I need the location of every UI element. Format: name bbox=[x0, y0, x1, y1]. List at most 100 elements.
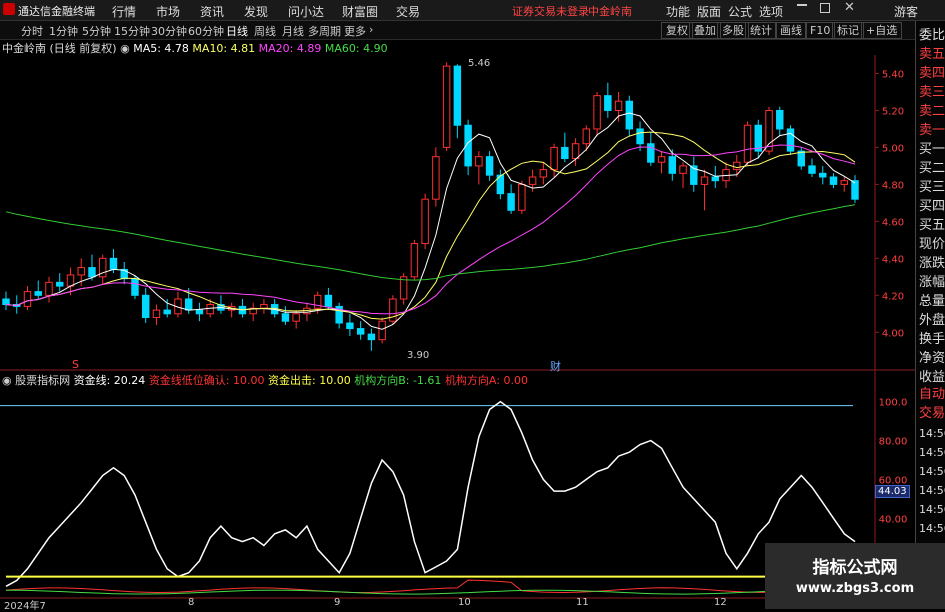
candle-body[interactable] bbox=[571, 143, 580, 160]
candle-body[interactable] bbox=[507, 193, 515, 211]
candle-body[interactable] bbox=[485, 156, 494, 176]
quote-field-label: 卖三 bbox=[919, 85, 945, 100]
candle-body[interactable] bbox=[776, 109, 784, 130]
candle-body[interactable] bbox=[657, 156, 666, 163]
candle-body[interactable] bbox=[141, 294, 150, 318]
candle-body[interactable] bbox=[754, 124, 763, 152]
candle-body[interactable] bbox=[56, 281, 64, 287]
candle-body[interactable] bbox=[819, 172, 827, 178]
price-axis-label: 4.80 bbox=[882, 180, 904, 191]
tick-time-label: 14:56 bbox=[919, 503, 945, 516]
candle-body[interactable] bbox=[840, 180, 848, 185]
candle-body[interactable] bbox=[550, 146, 558, 171]
fund-line bbox=[5, 400, 856, 587]
indicator-axis-label: 40.00 bbox=[879, 514, 908, 525]
indicator-current-value: 44.03 bbox=[875, 485, 910, 498]
candle-body[interactable] bbox=[765, 109, 773, 152]
candle-body[interactable] bbox=[260, 304, 268, 309]
candle-body[interactable] bbox=[421, 198, 429, 245]
candle-body[interactable] bbox=[561, 146, 569, 160]
candle-body[interactable] bbox=[475, 156, 483, 167]
candle-body[interactable] bbox=[636, 128, 644, 145]
candle-body[interactable] bbox=[367, 333, 376, 341]
candle-body[interactable] bbox=[66, 274, 75, 287]
quote-field-label: 买二 bbox=[919, 161, 945, 176]
date-label: 9 bbox=[334, 597, 341, 608]
indicator-axis-label: 80.00 bbox=[879, 437, 908, 448]
auto-trade-label[interactable]: 交易 bbox=[919, 405, 945, 423]
candle-body[interactable] bbox=[733, 161, 741, 171]
auto-trade-label[interactable]: 自动 bbox=[919, 386, 945, 404]
candle-body[interactable] bbox=[77, 267, 85, 276]
date-label: 2024年7 bbox=[4, 601, 46, 612]
finance-marker[interactable]: 财 bbox=[550, 358, 561, 374]
quote-field-label: 卖二 bbox=[919, 104, 945, 119]
quote-side-panel: 委比 卖五 卖四 卖三 卖二 卖一 买一 买二 买三 买四 买五 现价 涨跌 涨幅 总量 外盘 换手 净资 收益 自动… bbox=[915, 21, 945, 609]
candle-body[interactable] bbox=[582, 128, 591, 145]
chart-canvas[interactable]: 5.40 5.20 5.00 4.80 4.60 4.40 4.20 4.00 100.0 80.… bbox=[0, 0, 915, 609]
candle-body[interactable] bbox=[518, 183, 526, 211]
candle-body[interactable] bbox=[528, 176, 537, 185]
quote-field-label: 收益 bbox=[919, 370, 945, 385]
ma60-line bbox=[5, 204, 856, 281]
candle-body[interactable] bbox=[625, 100, 634, 130]
candle-body[interactable] bbox=[647, 143, 655, 163]
watermark-title: 指标公式网 bbox=[812, 558, 898, 578]
candle-body[interactable] bbox=[152, 309, 161, 318]
candle-body[interactable] bbox=[45, 281, 53, 296]
candle-body[interactable] bbox=[539, 169, 548, 178]
price-axis-label: 5.00 bbox=[882, 143, 904, 154]
candle-body[interactable] bbox=[743, 124, 752, 163]
candle-body[interactable] bbox=[711, 176, 720, 182]
candle-body[interactable] bbox=[324, 294, 333, 307]
candle-body[interactable] bbox=[453, 65, 462, 126]
quote-field-label: 外盘 bbox=[919, 313, 945, 328]
candle-body[interactable] bbox=[378, 320, 386, 341]
candle-body[interactable] bbox=[668, 156, 677, 174]
indicator-axis-label: 100.0 bbox=[879, 398, 908, 409]
candle-body[interactable] bbox=[614, 100, 623, 111]
candle-body[interactable] bbox=[206, 304, 214, 315]
candle-body[interactable] bbox=[432, 156, 440, 200]
candle-body[interactable] bbox=[410, 243, 419, 278]
price-axis-label: 4.60 bbox=[882, 217, 904, 228]
date-label: 10 bbox=[458, 597, 471, 608]
tick-time-label: 14:56 bbox=[919, 484, 945, 497]
candle-body[interactable] bbox=[281, 313, 290, 322]
candle-body[interactable] bbox=[131, 278, 139, 296]
candle-body[interactable] bbox=[593, 95, 601, 130]
candle-body[interactable] bbox=[797, 150, 805, 167]
candle-body[interactable] bbox=[356, 328, 365, 335]
quote-field-label: 委比 bbox=[919, 28, 945, 43]
low-annotation: 3.90 bbox=[407, 350, 430, 361]
date-label: 8 bbox=[188, 597, 195, 608]
quote-field-label: 涨幅 bbox=[919, 275, 945, 290]
quote-field-label: 换手 bbox=[919, 332, 945, 347]
candle-body[interactable] bbox=[829, 176, 838, 185]
candle-body[interactable] bbox=[851, 180, 859, 200]
candle-body[interactable] bbox=[346, 322, 354, 330]
quote-field-label: 现价 bbox=[919, 237, 945, 252]
candle-body[interactable] bbox=[292, 313, 300, 322]
date-label: 11 bbox=[576, 597, 589, 608]
candle-body[interactable] bbox=[195, 309, 204, 315]
candle-body[interactable] bbox=[23, 291, 32, 307]
candle-body[interactable] bbox=[604, 95, 612, 111]
candle-body[interactable] bbox=[808, 165, 816, 174]
candle-body[interactable] bbox=[184, 298, 193, 311]
quote-field-label: 买四 bbox=[919, 199, 945, 214]
price-axis-label: 4.20 bbox=[882, 291, 904, 302]
quote-field-label: 净资 bbox=[919, 351, 945, 366]
candle-body[interactable] bbox=[163, 309, 171, 315]
candle-body[interactable] bbox=[313, 294, 322, 309]
candle-body[interactable] bbox=[109, 257, 118, 270]
quote-field-label: 买五 bbox=[919, 218, 945, 233]
candle-body[interactable] bbox=[34, 291, 42, 296]
candle-body[interactable] bbox=[442, 65, 451, 148]
inst-a-line bbox=[5, 579, 856, 594]
candle-body[interactable] bbox=[700, 176, 709, 185]
candle-body[interactable] bbox=[679, 165, 687, 174]
candle-body[interactable] bbox=[786, 128, 795, 152]
candle-body[interactable] bbox=[88, 267, 96, 278]
candle-body[interactable] bbox=[2, 298, 10, 306]
